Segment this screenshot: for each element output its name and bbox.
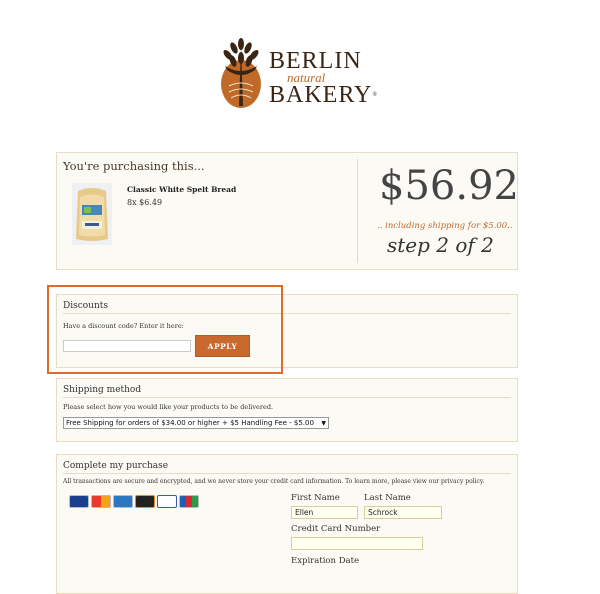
card-number-field[interactable] <box>291 537 423 550</box>
mastercard-icon <box>91 495 111 508</box>
product-image <box>72 183 112 245</box>
shipping-method-title: Shipping method <box>63 385 142 395</box>
visa-icon <box>69 495 89 508</box>
first-name-label: First Name <box>291 493 340 503</box>
brand-line-berlin: BERLIN <box>269 48 362 74</box>
brand-line-bakery: BAKERY® <box>269 82 389 108</box>
discover-icon <box>135 495 155 508</box>
summary-divider <box>357 159 358 263</box>
last-name-field[interactable]: Schrock <box>364 506 442 519</box>
panel-divider <box>63 397 511 398</box>
shipping-selected-option: Free Shipping for orders of $34.00 or hi… <box>66 419 314 427</box>
wheat-logo-icon <box>221 38 261 108</box>
accepted-cards <box>69 495 199 509</box>
product-name[interactable]: Classic White Spelt Bread <box>127 185 236 194</box>
security-note: All transactions are secure and encrypte… <box>63 478 485 485</box>
card-number-label: Credit Card Number <box>291 524 381 534</box>
jcb-icon <box>179 495 199 508</box>
purchase-title: You're purchasing this... <box>63 159 205 173</box>
last-name-label: Last Name <box>364 493 411 503</box>
complete-purchase-panel: Complete my purchase All transactions ar… <box>56 454 518 594</box>
dropdown-arrow-icon: ▼ <box>321 420 326 427</box>
shipping-method-panel: Shipping method Please select how you wo… <box>56 378 518 442</box>
panel-divider <box>63 473 511 474</box>
product-quantity-price: 8x $6.49 <box>127 198 163 207</box>
amex-icon <box>113 495 133 508</box>
highlight-box <box>47 285 283 374</box>
brand-logo[interactable]: BERLIN natural BAKERY® <box>215 36 377 110</box>
brand-wordmark: BERLIN natural BAKERY® <box>269 48 389 108</box>
order-total: $56.92 <box>379 163 519 209</box>
registered-mark: ® <box>372 92 378 98</box>
purchase-summary: You're purchasing this... Classic White … <box>56 152 519 270</box>
shipping-method-select[interactable]: Free Shipping for orders of $34.00 or hi… <box>63 417 329 429</box>
expiration-date-label: Expiration Date <box>291 556 360 566</box>
diners-icon <box>157 495 177 508</box>
checkout-step: step 2 of 2 <box>387 233 494 257</box>
brand-bakery-text: BAKERY <box>269 82 373 108</box>
shipping-included-note: .. including shipping for $5.00.. <box>377 221 513 231</box>
first-name-field[interactable]: Ellen <box>291 506 358 519</box>
complete-purchase-title: Complete my purchase <box>63 461 169 471</box>
shipping-instructions: Please select how you would like your pr… <box>63 403 274 411</box>
